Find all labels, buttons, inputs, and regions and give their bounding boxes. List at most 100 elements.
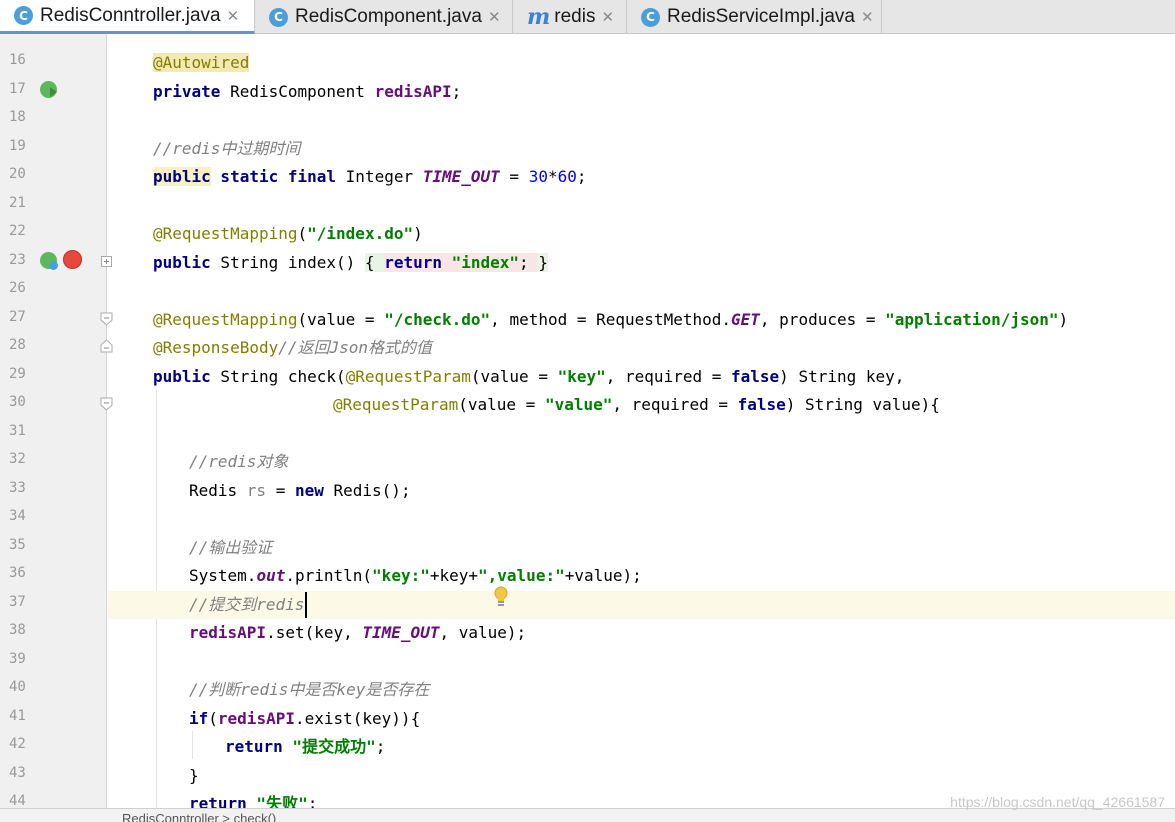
- unused-variable-token: rs: [246, 481, 267, 500]
- string-token: "提交成功": [282, 737, 376, 756]
- string-token: "key": [557, 367, 606, 386]
- bean-mapping-icon[interactable]: [40, 252, 58, 270]
- code-line-16[interactable]: @Autowired: [108, 49, 1175, 77]
- code-text: , method = RequestMethod.: [490, 310, 731, 329]
- tab-label: RedisComponent.java: [295, 6, 482, 27]
- folded-body[interactable]: { return "index"; }: [364, 253, 548, 272]
- keyword-token: false: [731, 367, 780, 386]
- line-number: 17: [9, 81, 26, 97]
- code-text: , required =: [612, 395, 738, 414]
- type-token: RedisComponent: [220, 82, 375, 101]
- line-number: 20: [9, 166, 26, 182]
- punct-token: ;: [519, 253, 539, 272]
- code-text: , produces =: [759, 310, 886, 329]
- autowired-navigate-icon[interactable]: [40, 81, 57, 98]
- code-line-27[interactable]: @RequestMapping(value = "/check.do", met…: [108, 306, 1175, 334]
- intention-lightbulb-icon[interactable]: [493, 586, 509, 608]
- code-line-22[interactable]: @RequestMapping("/index.do"): [108, 220, 1175, 248]
- code-text: +key+: [429, 566, 479, 585]
- keyword-token: private: [153, 82, 221, 101]
- code-line-36[interactable]: System.out.println("key:"+key+",value:"+…: [108, 562, 1175, 590]
- annotation-token: @ResponseBody: [153, 338, 279, 357]
- keyword-token: return: [189, 794, 247, 808]
- keyword-token: public: [153, 167, 211, 186]
- line-number: 37: [9, 594, 26, 610]
- line-number: 40: [9, 679, 26, 695]
- tab-redis-module[interactable]: m redis ✕: [513, 0, 627, 34]
- code-line-42[interactable]: return "提交成功";: [108, 733, 1175, 761]
- line-number: 29: [9, 366, 26, 382]
- close-icon[interactable]: ✕: [601, 8, 614, 26]
- keyword-token: new: [294, 481, 324, 500]
- string-token: "/index.do": [307, 224, 414, 243]
- line-number: 42: [9, 736, 26, 752]
- annotation-token: @RequestParam: [333, 395, 459, 414]
- static-field-token: GET: [731, 310, 760, 329]
- type-token: Integer: [336, 167, 423, 186]
- code-line-40[interactable]: //判断redis中是否key是否存在: [108, 676, 1175, 704]
- code-line-23[interactable]: public String index() { return "index"; …: [108, 249, 1175, 277]
- line-number: 18: [9, 109, 26, 125]
- class-icon: C: [14, 6, 33, 25]
- operator-token: =: [499, 167, 529, 186]
- close-icon[interactable]: ✕: [488, 8, 501, 26]
- punct-token: ;: [576, 167, 587, 186]
- tab-redisconntroller[interactable]: C RedisConntroller.java ✕: [0, 0, 255, 34]
- keyword-token: if: [189, 709, 209, 728]
- string-token: "key:": [372, 566, 430, 585]
- static-field-token: out: [256, 566, 286, 585]
- module-icon: m: [527, 4, 551, 30]
- code-text: .set(key,: [266, 623, 363, 642]
- code-line-33[interactable]: Redis rs = new Redis();: [108, 477, 1175, 505]
- close-icon[interactable]: ✕: [227, 7, 240, 25]
- keyword-token: false: [737, 395, 786, 414]
- code-text: (value =: [458, 395, 545, 414]
- number-token: 60: [557, 167, 577, 186]
- line-number: 41: [9, 708, 26, 724]
- code-line-37[interactable]: //提交到redis: [108, 591, 1175, 619]
- code-text: ): [1058, 310, 1069, 329]
- line-number: 31: [9, 423, 26, 439]
- number-token: 30: [528, 167, 548, 186]
- code-text: Redis();: [323, 481, 411, 500]
- keyword-token: public: [153, 367, 211, 386]
- code-text: }: [189, 766, 199, 785]
- code-line-30[interactable]: @RequestParam(value = "value", required …: [108, 391, 1175, 419]
- editor-breadcrumb-bar: RedisConntroller > check(): [0, 808, 1175, 822]
- line-number: 21: [9, 195, 26, 211]
- annotation-token: @RequestMapping: [153, 224, 298, 243]
- code-editor[interactable]: @Autowired private RedisComponent redisA…: [108, 34, 1175, 808]
- tab-redisserviceimpl[interactable]: C RedisServiceImpl.java ✕: [627, 0, 882, 34]
- editor-gutter[interactable]: 16 17 18 19 20 21 22 23 26 27 28 29 30 3…: [0, 34, 113, 809]
- code-text: System.: [189, 566, 257, 585]
- line-number: 43: [9, 765, 26, 781]
- line-number: 26: [9, 280, 26, 296]
- close-icon[interactable]: ✕: [861, 8, 874, 26]
- code-text: =: [266, 481, 295, 500]
- punct-token: ): [413, 224, 423, 243]
- code-line-20[interactable]: public static final Integer TIME_OUT = 3…: [108, 163, 1175, 191]
- code-line-19[interactable]: //redis中过期时间: [108, 135, 1175, 163]
- code-line-41[interactable]: if(redisAPI.exist(key)){: [108, 705, 1175, 733]
- punct-token: {: [364, 253, 385, 272]
- tab-rediscomponent[interactable]: C RedisComponent.java ✕: [255, 0, 513, 34]
- code-line-28[interactable]: @ResponseBody//返回Json格式的值: [108, 334, 1175, 362]
- text-caret: [305, 592, 307, 618]
- editor-tab-bar: C RedisConntroller.java ✕ C RedisCompone…: [0, 0, 1175, 34]
- line-number: 23: [9, 252, 26, 268]
- code-text: , required =: [605, 367, 731, 386]
- keyword-token: return: [225, 737, 283, 756]
- code-line-35[interactable]: //输出验证: [108, 534, 1175, 562]
- code-line-17[interactable]: private RedisComponent redisAPI;: [108, 78, 1175, 106]
- code-line-38[interactable]: redisAPI.set(key, TIME_OUT, value);: [108, 619, 1175, 647]
- code-text: ) String key,: [779, 367, 905, 386]
- code-line-43[interactable]: }: [108, 762, 1175, 790]
- code-line-32[interactable]: //redis对象: [108, 448, 1175, 476]
- class-icon: C: [641, 7, 660, 27]
- code-text: .exist(key)){: [294, 709, 421, 728]
- breakpoint-icon[interactable]: [63, 250, 82, 269]
- code-text: .println(: [285, 566, 373, 585]
- line-number: 35: [9, 537, 26, 553]
- breadcrumb[interactable]: RedisConntroller > check(): [122, 811, 276, 822]
- code-line-29[interactable]: public String check(@RequestParam(value …: [108, 363, 1175, 391]
